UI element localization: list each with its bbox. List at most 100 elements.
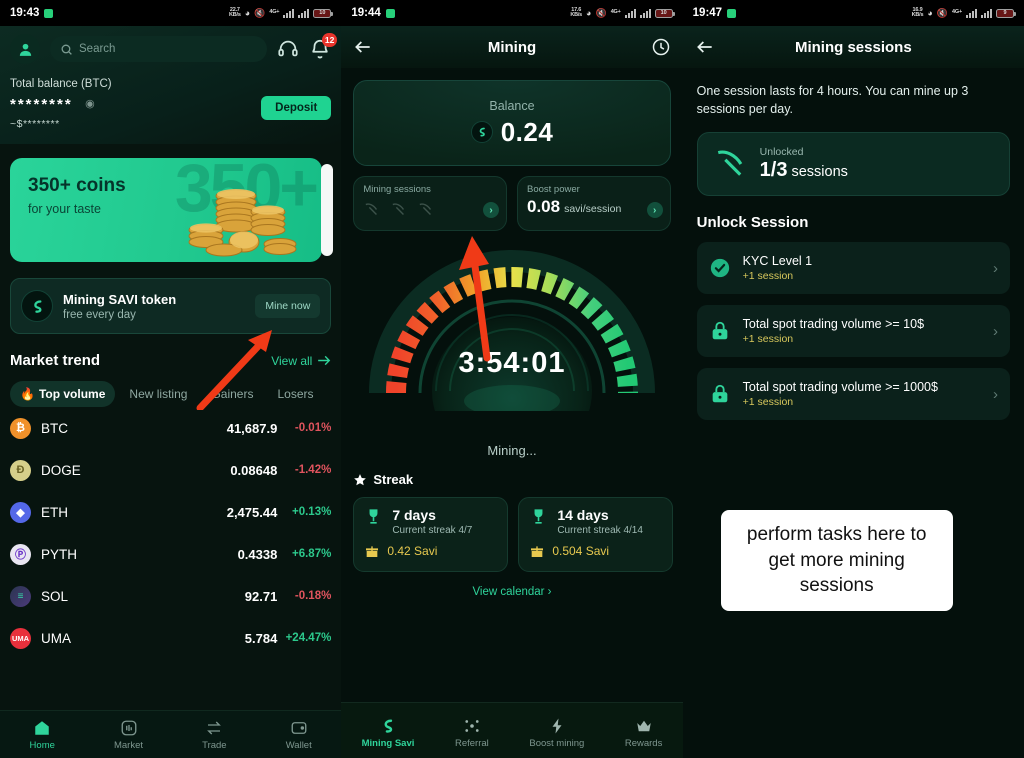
trade-icon (207, 721, 222, 734)
status-time: 19:43 (10, 7, 40, 19)
support-button[interactable] (277, 38, 299, 60)
coin-symbol: BTC (41, 420, 68, 436)
market-trend-title: Market trend (10, 352, 101, 369)
chevron-right-icon[interactable]: › (646, 202, 663, 218)
panel-mining: 19:44 17.6 KB/s ◕ 🔇 4G+ 10 Mining Balance (341, 0, 683, 758)
table-row[interactable]: Ⓟ PYTH 0.4338 +6.87% (0, 533, 341, 575)
tab-top-volume[interactable]: 🔥 Top volume (10, 381, 116, 407)
mining-sessions-card[interactable]: Mining sessions › (353, 176, 507, 231)
chevron-right-icon[interactable]: › (993, 386, 998, 403)
nav-label: Rewards (624, 737, 663, 749)
task-spot-volume-1000[interactable]: Total spot trading volume >= 1000$ +1 se… (696, 368, 1010, 421)
unlock-session-heading: Unlock Session (696, 214, 809, 232)
app-bar-sessions: Mining sessions (682, 26, 1024, 68)
bottom-nav-mining[interactable]: Mining Savi Referral Boost mining Reward… (341, 702, 683, 758)
bottom-nav-home[interactable]: Home Market Trade Wallet (0, 710, 342, 758)
tab-gainers[interactable]: Gainers (201, 381, 263, 407)
savi-icon (384, 719, 393, 733)
coin-change: +24.47% (285, 632, 332, 644)
streak-cards[interactable]: 7 days Current streak 4/7 0.42 Savi 14 d… (353, 497, 682, 572)
nav-item-home[interactable]: Home (30, 719, 55, 751)
coin-icon-sol: ≡ (10, 585, 31, 607)
signal-bars-1-icon (965, 8, 977, 18)
mining-stats-row: Mining sessions › Boost power 0.08 savi/s… (353, 176, 671, 231)
tab-top-volume-label: Top volume (38, 387, 106, 401)
coin-price: 0.08648 (230, 462, 278, 478)
chevron-right-icon[interactable]: › (483, 202, 499, 218)
coin-price: 2,475.44 (226, 504, 278, 520)
panel-mining-sessions: 19:47 16.9 KB/s ◕ 🔇 4G+ 9 Mining sessions… (682, 0, 1024, 758)
status-indicator-icon (727, 8, 737, 18)
network-type-label: 4G+ (269, 9, 280, 16)
tab-new-listing[interactable]: New listing (119, 381, 197, 407)
nav-item-wallet[interactable]: Wallet (286, 719, 312, 751)
eye-toggle-icon[interactable]: ◉ (85, 97, 95, 110)
coin-symbol: UMA (41, 630, 71, 646)
streak-progress: Current streak 4/14 (557, 525, 643, 536)
streak-card-14-days[interactable]: 14 days Current streak 4/14 0.504 Savi (518, 497, 674, 572)
task-title: KYC Level 1 (742, 254, 813, 269)
mining-gauge: 3:54:01 (341, 235, 682, 447)
mine-now-button[interactable]: Mine now (255, 294, 321, 318)
status-bar-mining: 19:44 17.6 KB/s ◕ 🔇 4G+ 10 (341, 0, 683, 26)
market-tabs[interactable]: 🔥 Top volume New listing Gainers Losers (10, 381, 341, 407)
streak-reward: 0.504 Savi (552, 544, 610, 558)
task-kyc-level-1[interactable]: KYC Level 1 +1 session › (696, 242, 1010, 295)
nav-item-market[interactable]: Market (114, 719, 143, 751)
screenshot-root: 19:43 22.7 KB/s ◕ 🔇 4G+ 10 Search 12 Tot… (0, 0, 1024, 758)
view-all-button[interactable]: View all (271, 354, 331, 368)
chevron-right-icon[interactable]: › (993, 323, 998, 340)
market-icon (121, 720, 136, 735)
page-title: Mining sessions (794, 38, 912, 56)
view-calendar-label: View calendar (472, 586, 545, 598)
signal-bars-2-icon (298, 8, 310, 18)
savi-logo-icon (21, 290, 53, 322)
pickaxe-icon (365, 203, 378, 215)
mute-icon: 🔇 (595, 7, 607, 18)
search-input[interactable]: Search (50, 36, 268, 62)
clock-icon[interactable] (651, 37, 671, 57)
arrow-right-icon (318, 355, 331, 366)
nav-item-trade[interactable]: Trade (202, 719, 227, 751)
table-row[interactable]: ≡ SOL 92.71 -0.18% (0, 575, 341, 617)
network-speed-icon: 22.7 KB/s (228, 6, 241, 18)
boost-power-label: Boost power (527, 184, 580, 195)
table-row[interactable]: ₿ BTC 41,687.9 -0.01% (0, 407, 341, 449)
chevron-right-icon[interactable]: › (993, 260, 998, 277)
back-arrow-icon[interactable] (695, 37, 715, 57)
table-row[interactable]: Đ DOGE 0.08648 -1.42% (0, 449, 341, 491)
view-calendar-button[interactable]: View calendar › (341, 586, 682, 598)
nav-item-rewards[interactable]: Rewards (624, 717, 663, 749)
avatar[interactable] (10, 34, 40, 64)
total-balance-label: Total balance (BTC) (10, 78, 112, 90)
coin-change: +6.87% (292, 548, 332, 560)
boost-power-card[interactable]: Boost power 0.08 savi/session › (517, 176, 671, 231)
promo-carousel[interactable]: 350+ 350+ coins for your taste (10, 158, 334, 262)
tab-losers[interactable]: Losers (267, 381, 323, 407)
boost-power-unit: savi/session (564, 203, 622, 215)
network-speed-icon: 17.6 KB/s (570, 6, 583, 18)
streak-label: Streak (373, 472, 414, 487)
notifications-button[interactable]: 12 (309, 33, 338, 60)
deposit-button[interactable]: Deposit (261, 96, 332, 120)
coin-symbol: ETH (41, 504, 68, 520)
task-spot-volume-10[interactable]: Total spot trading volume >= 10$ +1 sess… (696, 305, 1010, 358)
banner-350-coins[interactable]: 350+ 350+ coins for your taste (10, 158, 322, 262)
sessions-description: One session lasts for 4 hours. You can m… (696, 84, 969, 117)
nav-item-boost-mining[interactable]: Boost mining (529, 717, 584, 749)
gift-icon (531, 546, 544, 557)
streak-header: Streak (353, 472, 682, 487)
mining-savi-promo[interactable]: Mining SAVI token free every day Mine no… (10, 278, 332, 334)
signal-bars-2-icon (639, 8, 651, 18)
pickaxe-icon (392, 203, 405, 215)
coin-price: 5.784 (244, 630, 278, 646)
table-row[interactable]: ◆ ETH 2,475.44 +0.13% (0, 491, 341, 533)
carousel-next-card[interactable] (321, 164, 334, 256)
nav-item-referral[interactable]: Referral (455, 717, 489, 749)
nav-item-mining-savi[interactable]: Mining Savi (362, 717, 414, 749)
wallet-icon (291, 721, 307, 734)
streak-card-7-days[interactable]: 7 days Current streak 4/7 0.42 Savi (353, 497, 509, 572)
table-row[interactable]: UMA UMA 5.784 +24.47% (0, 617, 341, 659)
back-arrow-icon[interactable] (353, 37, 373, 57)
balance-fiat-masked: ~$******** (10, 118, 60, 130)
